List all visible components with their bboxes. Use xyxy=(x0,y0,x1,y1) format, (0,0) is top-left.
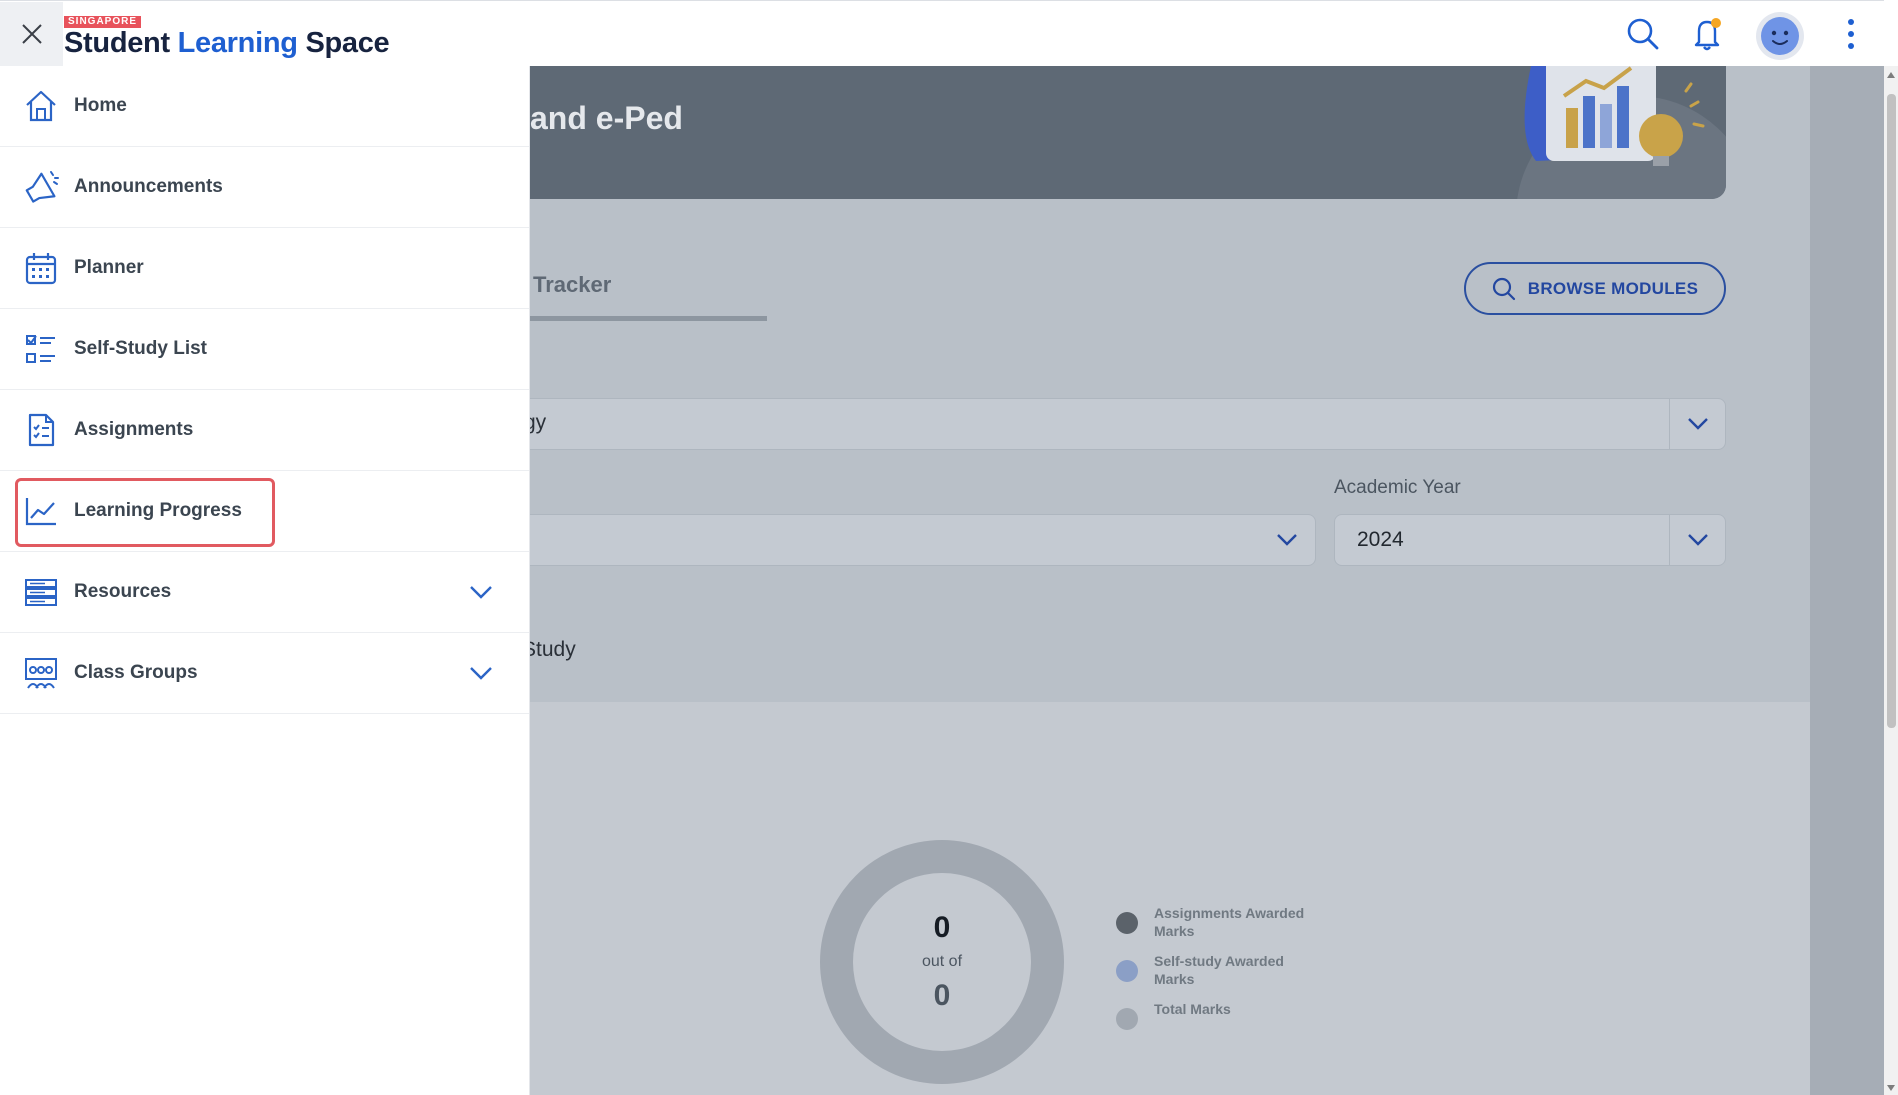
logo-text: Student Learning Space xyxy=(64,27,390,59)
chevron-down-icon[interactable] xyxy=(466,577,496,607)
total-marks-value: 0 xyxy=(933,979,951,1012)
site-logo[interactable]: SINGAPORE Student Learning Space xyxy=(64,11,390,59)
more-options-button[interactable] xyxy=(1830,13,1872,55)
home-icon xyxy=(22,87,60,125)
scroll-thumb[interactable] xyxy=(1887,94,1896,728)
tab-tracker-label: Tracker xyxy=(533,272,612,297)
page-scrollbar[interactable] xyxy=(1884,66,1898,1095)
study-filter-label[interactable]: Study xyxy=(530,638,576,662)
chevron-down-icon[interactable] xyxy=(466,658,496,688)
legend-item-self-study: Self-study Awarded Marks xyxy=(1116,952,1316,1000)
logo-word-student: Student xyxy=(64,27,170,59)
assignment-icon xyxy=(22,411,60,449)
sidebar-item-resources[interactable]: Resources xyxy=(0,552,529,633)
sidebar-item-label: Self-Study List xyxy=(74,338,208,359)
tab-active-indicator xyxy=(530,316,767,321)
marks-donut-chart: 0 out of 0 xyxy=(820,840,1064,1084)
academic-year-value: 2024 xyxy=(1357,528,1404,551)
legend-label-total: Total Marks xyxy=(1154,1001,1231,1017)
sidebar-drawer: Home Announcements Planner Self-Study Li… xyxy=(0,66,530,1095)
legend-dot-total xyxy=(1116,1008,1138,1030)
page-banner: and e-Ped xyxy=(530,66,1726,199)
sidebar-item-announcements[interactable]: Announcements xyxy=(0,147,529,228)
awarded-marks-value: 0 xyxy=(933,911,951,944)
class-groups-icon xyxy=(22,654,60,692)
line-chart-icon xyxy=(22,492,60,530)
scroll-down-arrow[interactable] xyxy=(1887,1085,1895,1091)
sidebar-item-label: Home xyxy=(74,95,127,116)
subject-select-toggle[interactable] xyxy=(1669,399,1725,449)
search-button[interactable] xyxy=(1622,13,1664,55)
checklist-icon xyxy=(22,330,60,368)
sidebar-item-label: Assignments xyxy=(74,419,194,440)
sidebar-item-label: Class Groups xyxy=(74,662,198,683)
logo-word-learning: Learning xyxy=(177,27,298,59)
sidebar-item-home[interactable]: Home xyxy=(0,66,529,147)
close-icon xyxy=(21,24,42,44)
subject-select-value: gy xyxy=(530,411,547,434)
resources-icon xyxy=(22,573,60,611)
sidebar-item-assignments[interactable]: Assignments xyxy=(0,390,529,471)
chevron-down-icon xyxy=(1277,534,1297,546)
analytics-illustration-icon xyxy=(1517,66,1726,199)
legend-item-assignments: Assignments Awarded Marks xyxy=(1116,904,1316,952)
legend-label-self-study: Self-study Awarded Marks xyxy=(1154,953,1284,987)
sidebar-item-label: Announcements xyxy=(74,176,223,197)
academic-year-toggle[interactable] xyxy=(1669,515,1725,565)
legend-dot-self-study xyxy=(1116,960,1138,982)
sidebar-item-class-groups[interactable]: Class Groups xyxy=(0,633,529,714)
tab-tracker[interactable]: Tracker xyxy=(530,272,767,321)
chevron-down-icon xyxy=(1687,534,1708,546)
close-menu-button[interactable] xyxy=(0,2,63,66)
level-select-toggle[interactable] xyxy=(1259,515,1315,565)
main-content-overlay: and e-Ped Tracker BROWSE MODULES y Acade… xyxy=(530,66,1884,1095)
banner-title: and e-Ped xyxy=(530,100,683,136)
search-icon xyxy=(1492,277,1515,300)
calendar-icon xyxy=(22,249,60,287)
sidebar-item-label: Learning Progress xyxy=(74,500,242,521)
scroll-up-arrow[interactable] xyxy=(1887,72,1895,78)
sidebar-item-learning-progress[interactable]: Learning Progress xyxy=(0,471,529,552)
logo-word-space: Space xyxy=(305,27,390,59)
bell-icon xyxy=(1694,18,1721,51)
legend-item-total: Total Marks xyxy=(1116,1000,1316,1048)
subject-select[interactable] xyxy=(530,398,1726,450)
browse-modules-button[interactable]: BROWSE MODULES xyxy=(1464,262,1726,315)
profile-avatar[interactable] xyxy=(1756,12,1804,60)
level-select[interactable] xyxy=(530,514,1316,566)
avatar-icon xyxy=(1761,17,1799,55)
legend-label-assignments: Assignments Awarded Marks xyxy=(1154,905,1305,939)
top-header: SINGAPORE Student Learning Space xyxy=(0,0,1884,66)
sidebar-item-label: Planner xyxy=(74,257,144,278)
megaphone-icon xyxy=(22,168,60,206)
sidebar-item-label: Resources xyxy=(74,581,172,602)
right-rail xyxy=(1810,66,1884,1095)
academic-year-label: Academic Year xyxy=(1334,477,1461,498)
kebab-menu-icon xyxy=(1848,19,1854,49)
chart-legend: Assignments Awarded Marks Self-study Awa… xyxy=(1116,904,1316,1048)
sidebar-item-self-study-list[interactable]: Self-Study List xyxy=(0,309,529,390)
donut-center: 0 out of 0 xyxy=(853,873,1031,1051)
chevron-down-icon xyxy=(1687,418,1708,430)
sidebar-item-planner[interactable]: Planner xyxy=(0,228,529,309)
search-icon xyxy=(1627,18,1659,50)
browse-modules-label: BROWSE MODULES xyxy=(1527,278,1699,298)
out-of-label: out of xyxy=(921,953,963,970)
notifications-button[interactable] xyxy=(1686,13,1728,55)
legend-dot-assignments xyxy=(1116,912,1138,934)
academic-year-select[interactable]: 2024 xyxy=(1334,514,1726,566)
